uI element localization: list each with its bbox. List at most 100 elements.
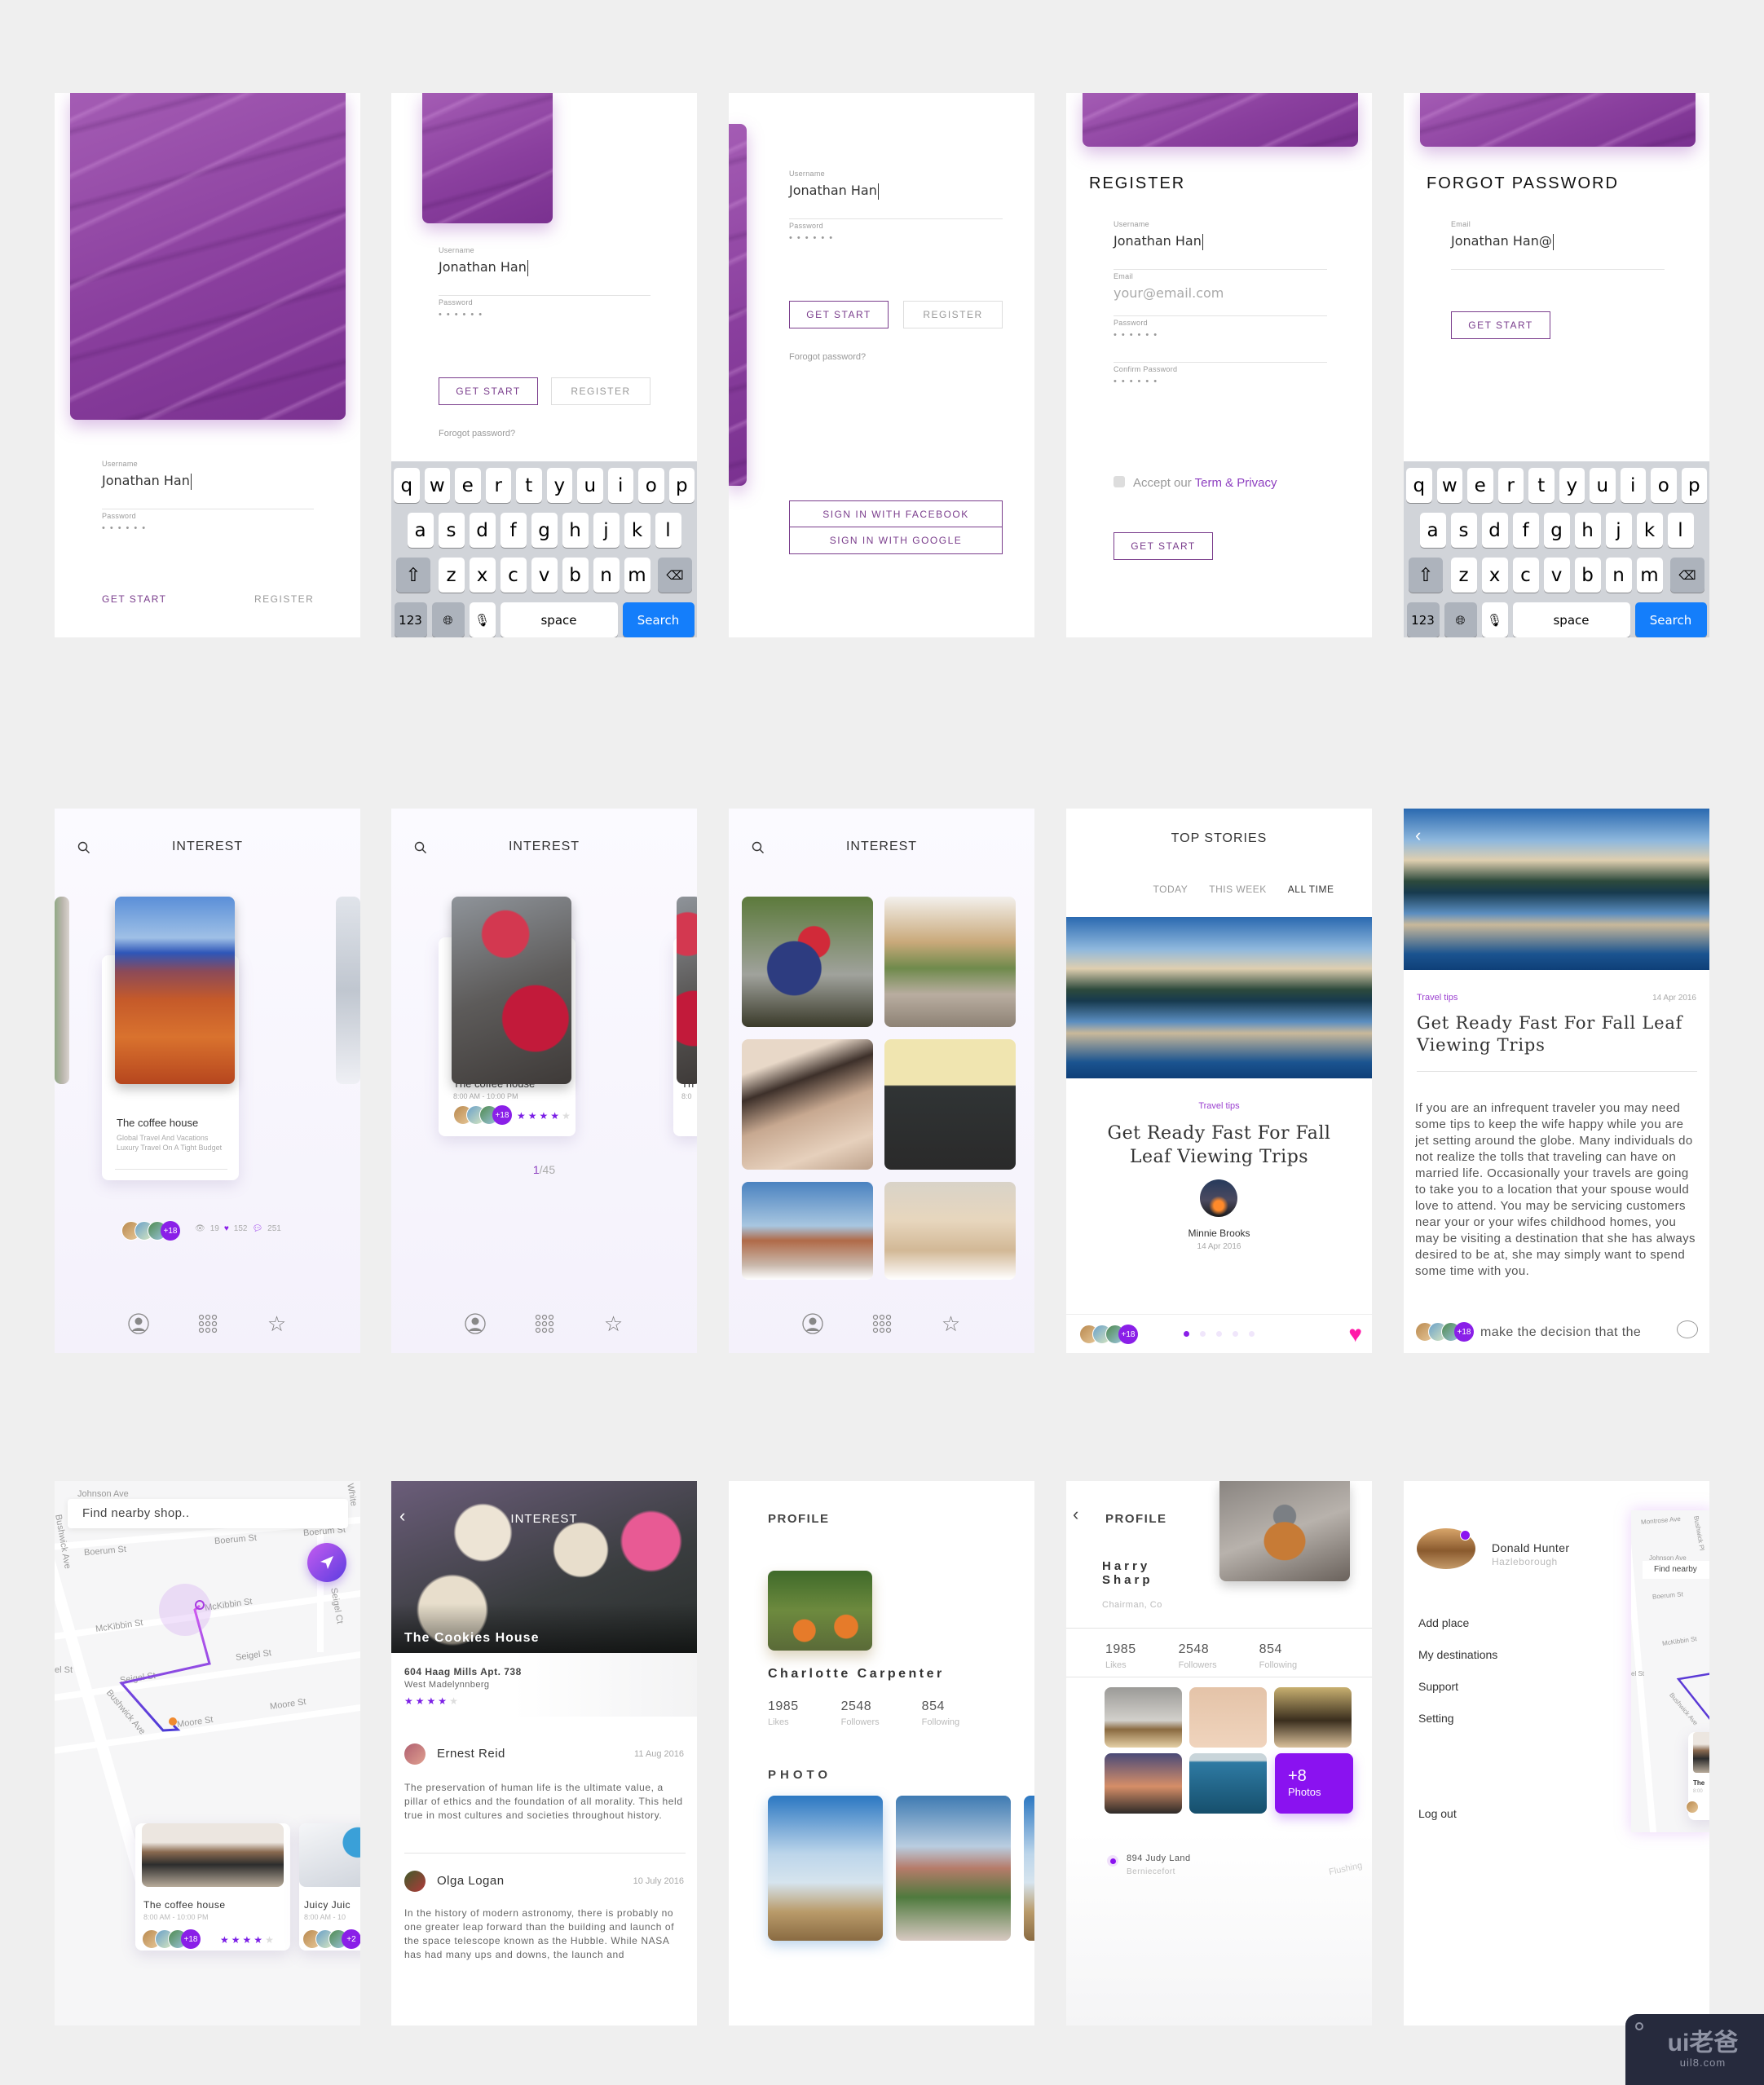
get-start-button[interactable]: GET START	[1114, 532, 1213, 560]
username-input[interactable]: Jonathan Han	[439, 259, 529, 276]
key-k[interactable]: k	[624, 513, 650, 548]
key-u[interactable]: u	[1590, 468, 1616, 503]
google-signin-button[interactable]: SIGN IN WITH GOOGLE	[789, 527, 1003, 554]
menu-support[interactable]: Support	[1418, 1680, 1458, 1693]
key-s[interactable]: s	[1450, 513, 1477, 548]
terms-checkbox[interactable]	[1114, 476, 1125, 487]
gallery-photo[interactable]	[896, 1796, 1011, 1941]
key-k[interactable]: k	[1636, 513, 1663, 548]
key-m[interactable]: m	[1636, 558, 1663, 593]
key-w[interactable]: w	[1436, 468, 1462, 503]
author-avatar[interactable]	[1200, 1179, 1237, 1217]
shop-card[interactable]: The 8:00	[1686, 1732, 1709, 1820]
key-o[interactable]: o	[1651, 468, 1677, 503]
star-icon[interactable]: ☆	[266, 1311, 289, 1336]
key-z[interactable]: z	[438, 558, 465, 593]
gallery-photo[interactable]	[1105, 1753, 1182, 1814]
key-t[interactable]: t	[516, 468, 542, 503]
key-n[interactable]: n	[1605, 558, 1632, 593]
numbers-key[interactable]: 123	[1406, 602, 1440, 637]
story-headline[interactable]: Get Ready Fast For Fall Leaf Viewing Tri…	[1091, 1122, 1347, 1169]
stat-likes[interactable]: 1985 Likes	[1105, 1642, 1136, 1670]
stat-followers[interactable]: 2548 Followers	[1179, 1642, 1217, 1670]
shop-card[interactable]: Juicy Juic 8:00 AM - 10 +2	[299, 1823, 360, 1951]
back-icon[interactable]: ‹	[1073, 1504, 1078, 1525]
key-l[interactable]: l	[1667, 513, 1694, 548]
next-card-image[interactable]	[336, 897, 360, 1084]
page-dot[interactable]	[1216, 1331, 1222, 1337]
backspace-key[interactable]: ⌫	[1670, 558, 1704, 593]
stat-following[interactable]: 854 Following	[1259, 1642, 1297, 1670]
forgot-password-link[interactable]: Forogot password?	[439, 429, 515, 439]
page-dot[interactable]	[1200, 1331, 1206, 1337]
key-m[interactable]: m	[624, 558, 650, 593]
username-input[interactable]: Jonathan Han	[789, 183, 880, 200]
key-r[interactable]: r	[1497, 468, 1524, 503]
key-n[interactable]: n	[593, 558, 620, 593]
profile-icon[interactable]	[801, 1312, 824, 1335]
profile-icon[interactable]	[464, 1312, 487, 1335]
heart-icon[interactable]: ♥	[1348, 1321, 1362, 1347]
stat-likes[interactable]: 1985 Likes	[768, 1699, 799, 1727]
email-input[interactable]: your@email.com	[1114, 285, 1224, 301]
key-s[interactable]: s	[438, 513, 465, 548]
grid-photo[interactable]	[742, 897, 873, 1027]
register-link[interactable]: REGISTER	[254, 593, 314, 605]
confirm-password-input[interactable]: ••••••	[1114, 377, 1162, 386]
search-key[interactable]: Search	[1634, 602, 1707, 637]
key-i[interactable]: i	[607, 468, 633, 503]
gallery-photo[interactable]	[768, 1796, 883, 1941]
shift-key[interactable]: ⇧	[396, 558, 430, 593]
get-start-link[interactable]: GET START	[102, 593, 167, 605]
password-input[interactable]: ••••••	[102, 523, 150, 533]
key-u[interactable]: u	[577, 468, 603, 503]
gallery-photo[interactable]	[1105, 1687, 1182, 1748]
key-e[interactable]: e	[1467, 468, 1493, 503]
stat-followers[interactable]: 2548 Followers	[841, 1699, 880, 1727]
key-j[interactable]: j	[1605, 513, 1632, 548]
key-l[interactable]: l	[655, 513, 681, 548]
key-x[interactable]: x	[469, 558, 496, 593]
back-icon[interactable]: ‹	[1415, 825, 1421, 846]
get-start-button[interactable]: GET START	[1451, 311, 1550, 339]
password-input[interactable]: ••••••	[789, 233, 837, 243]
microphone-key[interactable]: 🎙︎	[1481, 602, 1508, 637]
key-t[interactable]: t	[1528, 468, 1555, 503]
menu-setting[interactable]: Setting	[1418, 1712, 1454, 1725]
key-o[interactable]: o	[638, 468, 664, 503]
register-button[interactable]: REGISTER	[903, 301, 1003, 328]
key-c[interactable]: c	[1512, 558, 1539, 593]
key-q[interactable]: q	[394, 468, 420, 503]
grid-icon[interactable]	[533, 1312, 556, 1335]
gallery-photo[interactable]	[1024, 1796, 1034, 1941]
space-key[interactable]: space	[500, 602, 618, 637]
key-f[interactable]: f	[1512, 513, 1539, 548]
numbers-key[interactable]: 123	[394, 602, 427, 637]
card-image[interactable]	[115, 897, 235, 1084]
username-input[interactable]: Jonathan Han	[102, 473, 192, 490]
gallery-photo[interactable]	[1274, 1687, 1352, 1748]
globe-key[interactable]: 🌐︎	[1444, 602, 1477, 637]
key-a[interactable]: a	[407, 513, 434, 548]
grid-photo[interactable]	[742, 1182, 873, 1280]
key-p[interactable]: p	[1681, 468, 1707, 503]
key-g[interactable]: g	[531, 513, 558, 548]
tab-all-time[interactable]: ALL TIME	[1288, 884, 1334, 895]
map-preview-panel[interactable]: Montrose Ave Johnson Ave Find nearby Boe…	[1631, 1510, 1709, 1832]
facebook-signin-button[interactable]: SIGN IN WITH FACEBOOK	[789, 500, 1003, 528]
shift-key[interactable]: ⇧	[1409, 558, 1443, 593]
prev-card-image[interactable]	[55, 897, 69, 1084]
shop-card[interactable]: The coffee house 8:00 AM - 10:00 PM +18 …	[135, 1823, 290, 1951]
key-y[interactable]: y	[1559, 468, 1585, 503]
tab-today[interactable]: TODAY	[1153, 884, 1188, 895]
gallery-photo[interactable]	[1189, 1687, 1267, 1748]
menu-my-destinations[interactable]: My destinations	[1418, 1648, 1497, 1661]
microphone-key[interactable]: 🎙︎	[469, 602, 496, 637]
key-f[interactable]: f	[500, 513, 527, 548]
terms-link[interactable]: Term & Privacy	[1195, 476, 1277, 490]
key-g[interactable]: g	[1543, 513, 1570, 548]
key-r[interactable]: r	[485, 468, 511, 503]
get-start-button[interactable]: GET START	[439, 377, 538, 405]
grid-photo[interactable]	[742, 1039, 873, 1170]
password-input[interactable]: ••••••	[439, 310, 487, 320]
